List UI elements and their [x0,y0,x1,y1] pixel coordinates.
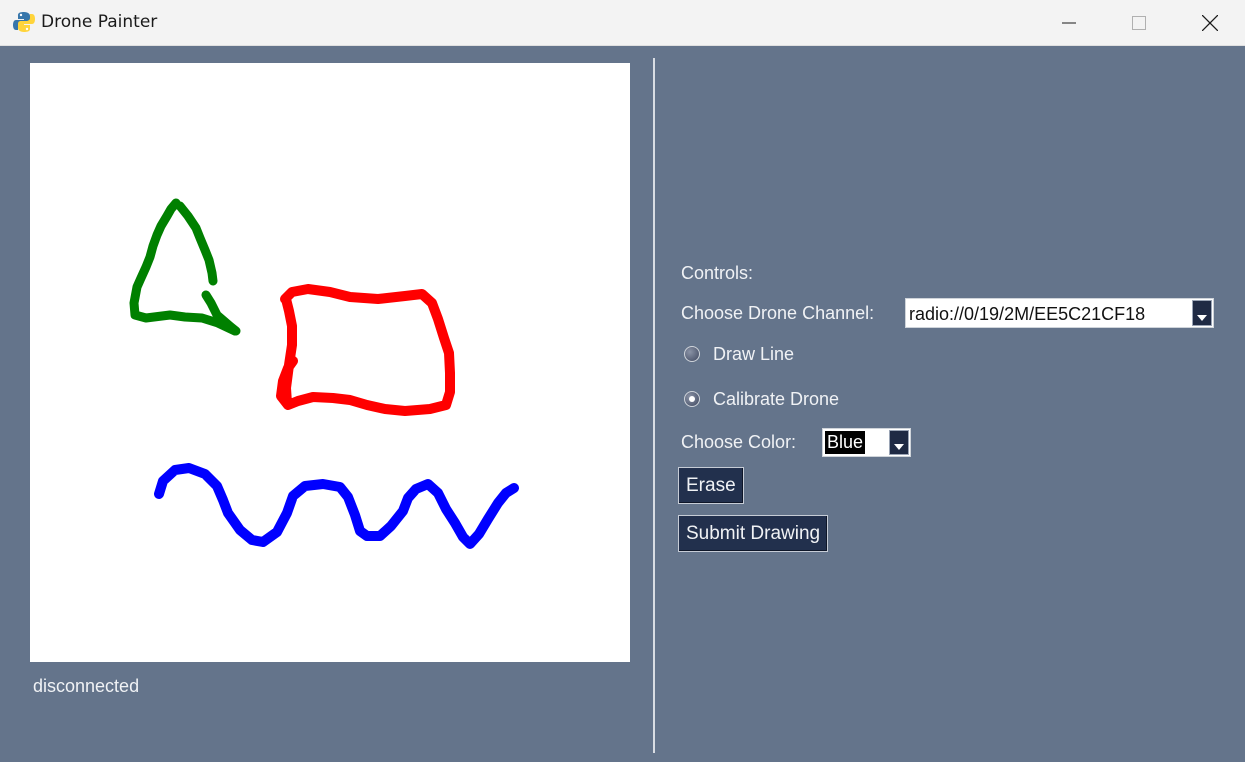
calibrate-drone-radio-button[interactable] [684,391,700,407]
maximize-icon [1132,16,1146,30]
maximize-button[interactable] [1110,0,1168,46]
red-rectangle-stroke [276,284,455,416]
calibrate-drone-label: Calibrate Drone [713,389,840,409]
color-label: Choose Color: [681,432,797,452]
close-icon [1202,15,1218,31]
green-triangle-stroke [129,198,241,336]
minimize-icon [1062,22,1076,24]
submit-drawing-button[interactable]: Submit Drawing [678,515,829,552]
color-select[interactable]: Blue [822,428,911,457]
drawing-canvas[interactable] [30,63,630,662]
window-title: Drone Painter [41,12,158,32]
blue-wave-stroke [154,463,519,549]
python-icon [13,12,35,32]
drone-channel-select[interactable]: radio://0/19/2M/EE5C21CF18 [905,298,1214,328]
title-bar: Drone Painter [0,0,1245,46]
chevron-down-icon [894,444,904,450]
chevron-down-icon [1197,315,1207,321]
controls-heading: Controls: [681,263,754,283]
drone-channel-value: radio://0/19/2M/EE5C21CF18 [909,304,1146,324]
erase-button[interactable]: Erase [678,467,744,504]
close-button[interactable] [1181,0,1239,46]
color-dropdown-button[interactable] [889,430,909,455]
drone-channel-label: Choose Drone Channel: [681,303,875,323]
connection-status: disconnected [33,676,140,696]
draw-line-radio-button[interactable] [684,346,700,362]
color-value: Blue [825,431,866,454]
panel-divider [653,58,655,753]
drone-channel-dropdown-button[interactable] [1192,300,1212,326]
minimize-button[interactable] [1040,0,1098,46]
draw-line-label: Draw Line [713,344,795,364]
